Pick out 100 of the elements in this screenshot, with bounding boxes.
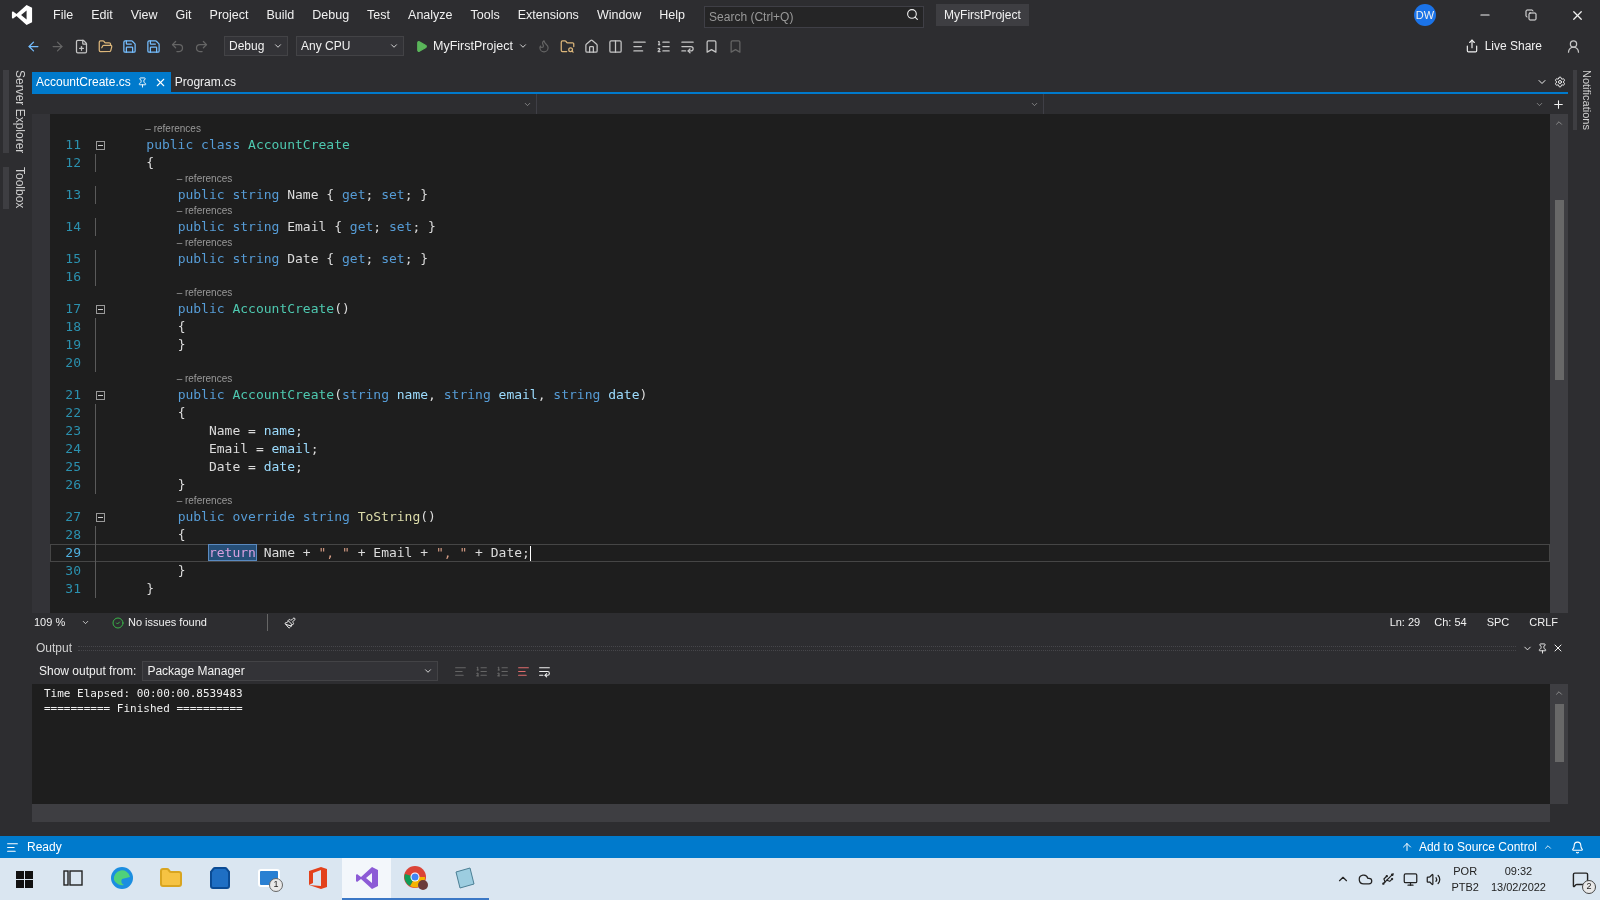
mail-icon (256, 866, 281, 890)
vertical-scrollbar[interactable] (1550, 114, 1568, 613)
taskbar-app[interactable] (342, 858, 391, 900)
start-button[interactable]: MyFirstProject (412, 35, 531, 57)
arrow-up-icon (1400, 841, 1413, 853)
line-number: 11 (64, 136, 81, 155)
codelens[interactable]: – references (176, 494, 233, 508)
platform-dropdown[interactable]: Any CPU (296, 36, 404, 56)
line-number: 21 (64, 386, 81, 405)
code-line: return Name + ", " + Email + ", " + Date; (207, 544, 531, 562)
caret-icon (517, 41, 528, 51)
zoom-dropdown[interactable]: 109 % (32, 614, 92, 631)
codelens[interactable]: – references (176, 172, 233, 186)
codelens[interactable]: – references (176, 204, 233, 218)
line-number: 23 (64, 422, 81, 441)
line-number: 24 (64, 440, 81, 459)
clear-icon[interactable] (517, 664, 531, 678)
cleanup-icon[interactable] (284, 616, 296, 629)
user-avatar[interactable]: DW (1414, 4, 1436, 26)
line-number: 13 (64, 186, 81, 205)
status-text: Ready (27, 839, 62, 856)
notification-icon[interactable] (1571, 840, 1584, 854)
menu-item[interactable]: Window (587, 5, 651, 25)
line-number: 15 (64, 250, 81, 269)
live-share-button[interactable]: Live Share (1464, 37, 1542, 55)
clock[interactable]: 09:32 13/02/2022 (1490, 863, 1546, 895)
collapse-icon[interactable] (96, 140, 105, 150)
menu-item[interactable]: Project (200, 5, 258, 25)
collapse-icon[interactable] (96, 390, 105, 400)
code-line: } (176, 476, 186, 494)
vertical-scrollbar[interactable] (1550, 684, 1568, 804)
horizontal-scrollbar[interactable] (32, 804, 1550, 822)
line-number: 28 (64, 526, 81, 545)
caret-icon (423, 666, 434, 676)
browser-icon (402, 865, 429, 891)
collapse-icon[interactable] (96, 304, 105, 314)
output-line: Time Elapsed: 00:00:00.8539483 (44, 686, 244, 701)
language-indicator[interactable]: POR PTB2 (1451, 863, 1479, 895)
line-number: 22 (64, 404, 81, 423)
cloud-icon[interactable] (1358, 871, 1374, 887)
visual-studio-logo (10, 4, 34, 26)
menu-item[interactable]: Git (166, 5, 201, 25)
line-number: 16 (64, 268, 81, 287)
code-line: } (145, 580, 155, 598)
column-position: Ch: 54 (1434, 615, 1467, 631)
codelens[interactable]: – references (145, 122, 201, 136)
office-icon (306, 866, 329, 890)
settings-icon[interactable] (1554, 76, 1566, 88)
collapse-icon[interactable] (96, 512, 105, 522)
menu-item[interactable]: Extensions (508, 5, 588, 25)
codelens[interactable]: – references (176, 286, 233, 300)
line-number: 18 (64, 318, 81, 337)
code-line: public string Email { get; set; } (176, 218, 436, 236)
menu-item[interactable]: Build (257, 5, 304, 25)
menu-item[interactable]: Test (358, 5, 400, 25)
search-icon (906, 8, 920, 21)
taskbar-app[interactable]: 1 (244, 858, 293, 900)
close-icon[interactable] (1552, 642, 1564, 654)
caret-icon[interactable] (1543, 842, 1553, 852)
side-tab[interactable]: Notifications (1572, 70, 1596, 130)
split-icon[interactable] (1551, 97, 1565, 111)
menu-item[interactable]: Analyze (399, 5, 462, 25)
line-ending[interactable]: CRLF (1529, 614, 1558, 631)
code-line: } (176, 336, 186, 354)
scroll-thumb[interactable] (1554, 704, 1564, 762)
line-position: Ln: 29 (1389, 615, 1421, 631)
scroll-thumb[interactable] (1554, 200, 1564, 380)
share-icon (1464, 39, 1479, 53)
code-line: Name = name; (207, 422, 303, 440)
editor-tab[interactable]: Program.cs (170, 72, 241, 92)
configuration-dropdown[interactable]: Debug (224, 36, 288, 56)
search-field[interactable]: Search (Ctrl+Q) (704, 6, 925, 28)
menu-item[interactable]: File (44, 5, 83, 25)
issues-status[interactable]: No issues found (128, 614, 268, 631)
whitespace-mode[interactable]: SPC (1486, 614, 1510, 631)
wrap-icon[interactable] (538, 664, 552, 678)
menu-item[interactable]: Edit (82, 5, 122, 25)
volume-icon[interactable] (1426, 871, 1442, 887)
caret-icon (81, 618, 90, 627)
panel-title: Output (36, 640, 73, 657)
menu-item[interactable]: Tools (461, 5, 509, 25)
code-line: public string Date { get; set; } (176, 250, 429, 268)
code-line: public override string ToString() (176, 508, 436, 526)
browser-icon (109, 866, 134, 890)
menu-item[interactable]: Help (650, 5, 695, 25)
source-control-button[interactable]: Add to Source Control (1418, 838, 1537, 856)
network-icon[interactable] (1403, 871, 1419, 887)
pin-icon[interactable] (1537, 642, 1548, 654)
caret-icon (389, 41, 399, 51)
output-source-dropdown[interactable]: Package Manager (142, 661, 439, 681)
visual-studio-icon (354, 866, 379, 890)
line-number: 30 (64, 562, 81, 581)
output-icon (6, 840, 19, 854)
menu-item[interactable]: View (121, 5, 167, 25)
usb-icon[interactable] (1381, 872, 1396, 886)
codelens[interactable]: – references (176, 236, 233, 250)
action-center-button[interactable]: 2 (1560, 858, 1600, 900)
menu-item[interactable]: Debug (303, 5, 359, 25)
codelens[interactable]: – references (176, 372, 233, 386)
caret-icon (273, 41, 283, 51)
